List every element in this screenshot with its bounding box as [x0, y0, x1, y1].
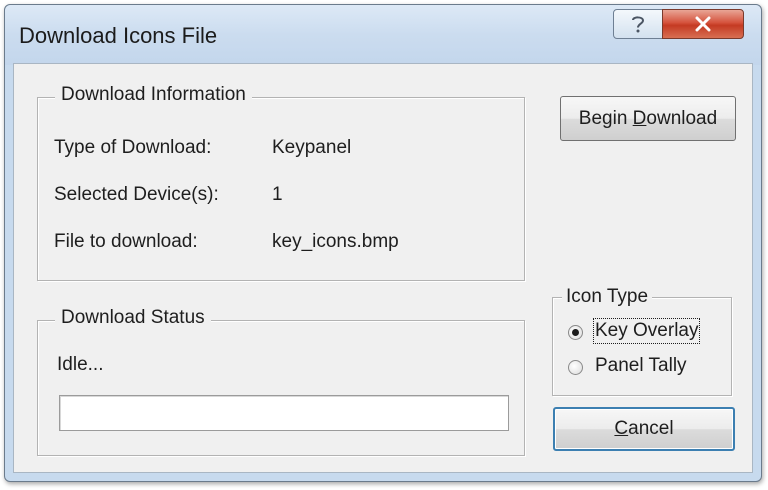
radio-panel-tally-circle[interactable] — [568, 360, 583, 375]
selected-devices-label: Selected Device(s): — [54, 184, 219, 205]
close-x-icon — [695, 16, 711, 32]
file-to-download-label: File to download: — [54, 231, 198, 252]
cancel-label-mnemonic: C — [614, 418, 629, 439]
selected-devices-value: 1 — [272, 184, 283, 205]
begin-download-label-post: ownload — [646, 107, 718, 129]
radio-panel-tally-label[interactable]: Panel Tally — [595, 355, 687, 377]
cancel-label-post: ancel — [628, 418, 674, 439]
download-status-group: Download Status Idle... — [37, 307, 525, 456]
radio-key-overlay[interactable]: Key Overlay — [565, 318, 725, 346]
download-information-group: Download Information Type of Download: K… — [37, 84, 525, 281]
download-type-label: Type of Download: — [54, 137, 212, 158]
download-progress-bar — [59, 395, 509, 431]
download-status-title: Download Status — [55, 307, 211, 329]
dialog-window: Download Icons File Download Information… — [4, 4, 762, 482]
dialog-body: Download Information Type of Download: K… — [13, 63, 753, 473]
status-text: Idle... — [57, 354, 104, 375]
download-information-title: Download Information — [55, 84, 252, 106]
question-mark-icon — [632, 16, 645, 33]
icon-type-title: Icon Type — [562, 286, 653, 308]
cancel-button[interactable]: Cancel — [553, 407, 735, 451]
file-to-download-value: key_icons.bmp — [272, 231, 399, 252]
help-button[interactable] — [613, 9, 663, 39]
radio-selected-dot — [572, 329, 579, 336]
radio-key-overlay-label[interactable]: Key Overlay — [592, 318, 701, 344]
radio-key-overlay-circle[interactable] — [568, 325, 583, 340]
window-title: Download Icons File — [19, 23, 218, 48]
radio-panel-tally[interactable]: Panel Tally — [565, 353, 725, 381]
begin-download-label-mnemonic: D — [632, 107, 647, 129]
close-button[interactable] — [662, 9, 744, 39]
icon-type-group: Icon Type Key Overlay Panel Tally — [552, 286, 732, 396]
title-bar[interactable]: Download Icons File — [5, 5, 761, 65]
begin-download-label-pre: Begin — [578, 107, 633, 129]
download-type-value: Keypanel — [272, 137, 352, 158]
begin-download-button[interactable]: Begin Download — [560, 96, 736, 141]
